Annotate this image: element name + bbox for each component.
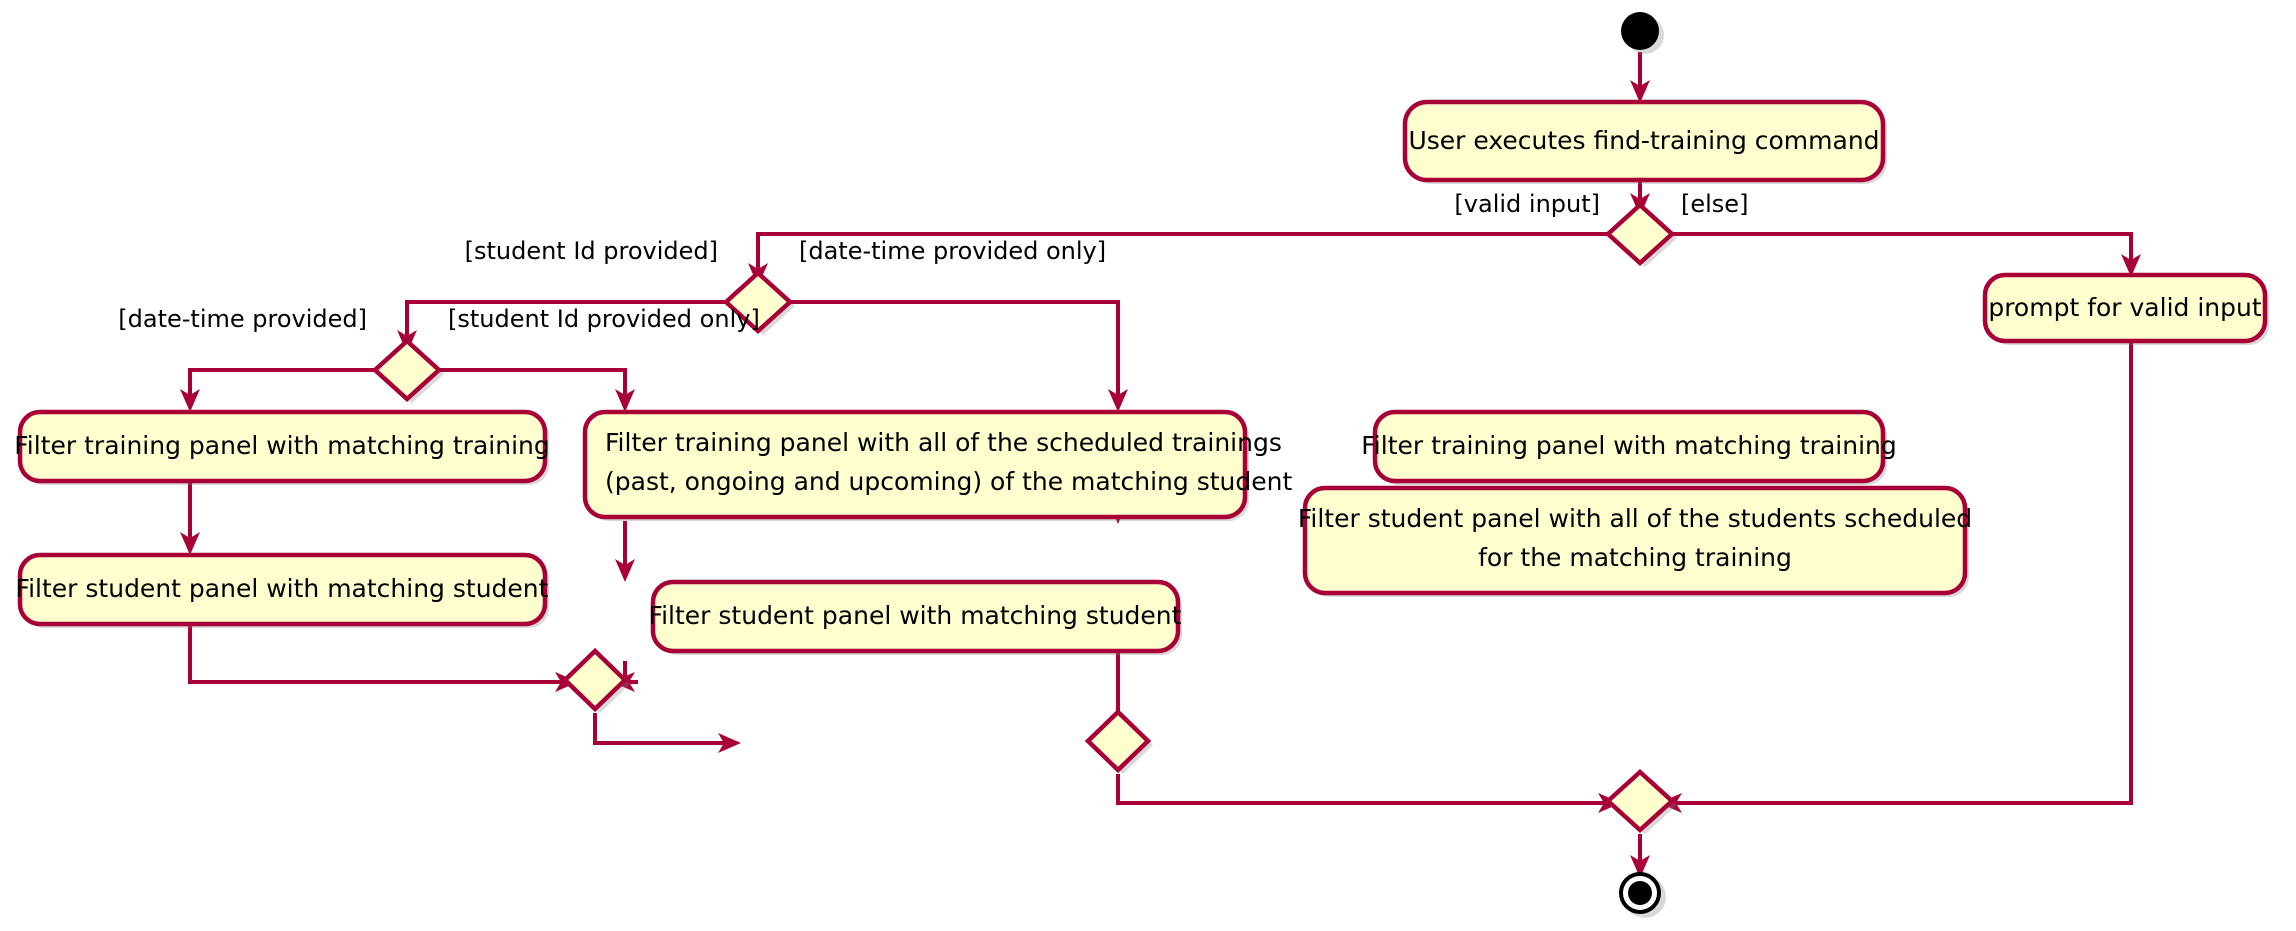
action-user-command-label: User executes find-training command [1408, 126, 1879, 155]
action-mid-filter-student-label: Filter student panel with matching stude… [649, 601, 1182, 630]
merge-node-2-diamond [1084, 708, 1152, 774]
action-right-filter-students-label-line1: Filter student panel with all of the stu… [1298, 504, 1972, 533]
merge-node-3 [1604, 768, 1677, 834]
action-user-command[interactable]: User executes find-training command [1402, 99, 1887, 184]
edge-merge2-to-merge3 [1116, 774, 1608, 805]
guard-else: [else] [1681, 190, 1748, 218]
action-right-filter-students-label-line2: for the matching training [1478, 543, 1792, 572]
activity-diagram-canvas: User executes find-training command [val… [0, 0, 2296, 931]
action-left-filter-training[interactable]: Filter training panel with matching trai… [14, 409, 550, 485]
action-right-filter-training[interactable]: Filter training panel with matching trai… [1361, 409, 1897, 485]
uml-activity-diagram: User executes find-training command [val… [14, 12, 2269, 918]
guard-student-id-provided: [student Id provided] [465, 237, 718, 265]
edge-left-student-to-merge1 [188, 624, 565, 684]
action-right-filter-training-label: Filter training panel with matching trai… [1361, 431, 1896, 460]
merge-node-1-diamond [561, 647, 629, 713]
action-mid-filter-trainings-label-line1: Filter training panel with all of the sc… [605, 428, 1282, 457]
edge-merge1-to-merge2 [593, 713, 728, 745]
guard-student-id-provided-only: [student Id provided only] [448, 305, 760, 333]
edge-decision3-student-id-only [439, 368, 627, 400]
action-mid-filter-trainings-label-line2: (past, ongoing and upcoming) of the matc… [605, 467, 1292, 496]
action-prompt-valid-input-label: prompt for valid input [1988, 293, 2262, 322]
action-mid-filter-student[interactable]: Filter student panel with matching stude… [649, 579, 1182, 655]
action-right-filter-students[interactable]: Filter student panel with all of the stu… [1298, 485, 1972, 597]
guard-datetime-provided: [date-time provided] [118, 305, 367, 333]
merge-node-2 [1084, 708, 1153, 774]
guard-valid-input: [valid input] [1454, 190, 1600, 218]
decision-valid-input-diamond[interactable] [1604, 201, 1676, 267]
merge-node-3-diamond [1604, 768, 1676, 834]
edge-decision2-datetime-only [790, 300, 1120, 400]
decision-datetime-or-student-id-only-diamond[interactable] [371, 337, 443, 403]
action-mid-filter-trainings[interactable]: Filter training panel with all of the sc… [582, 409, 1292, 521]
end-inner-circle-icon [1628, 881, 1652, 905]
merge-node-1 [561, 647, 630, 713]
edge-decision1-else [1672, 232, 2133, 265]
action-left-filter-training-label: Filter training panel with matching trai… [14, 431, 549, 460]
guard-datetime-provided-only: [date-time provided only] [799, 237, 1106, 265]
action-left-filter-student-label: Filter student panel with matching stude… [16, 574, 549, 603]
decision-datetime-or-student-id-only[interactable] [371, 337, 444, 403]
edge-decision3-datetime [188, 368, 375, 400]
end-node [1619, 872, 1666, 918]
start-node [1621, 12, 1664, 54]
action-left-filter-student[interactable]: Filter student panel with matching stude… [16, 552, 549, 628]
start-circle-icon [1621, 12, 1659, 50]
decision-valid-input[interactable] [1604, 201, 1677, 267]
action-prompt-valid-input[interactable]: prompt for valid input [1982, 272, 2269, 345]
